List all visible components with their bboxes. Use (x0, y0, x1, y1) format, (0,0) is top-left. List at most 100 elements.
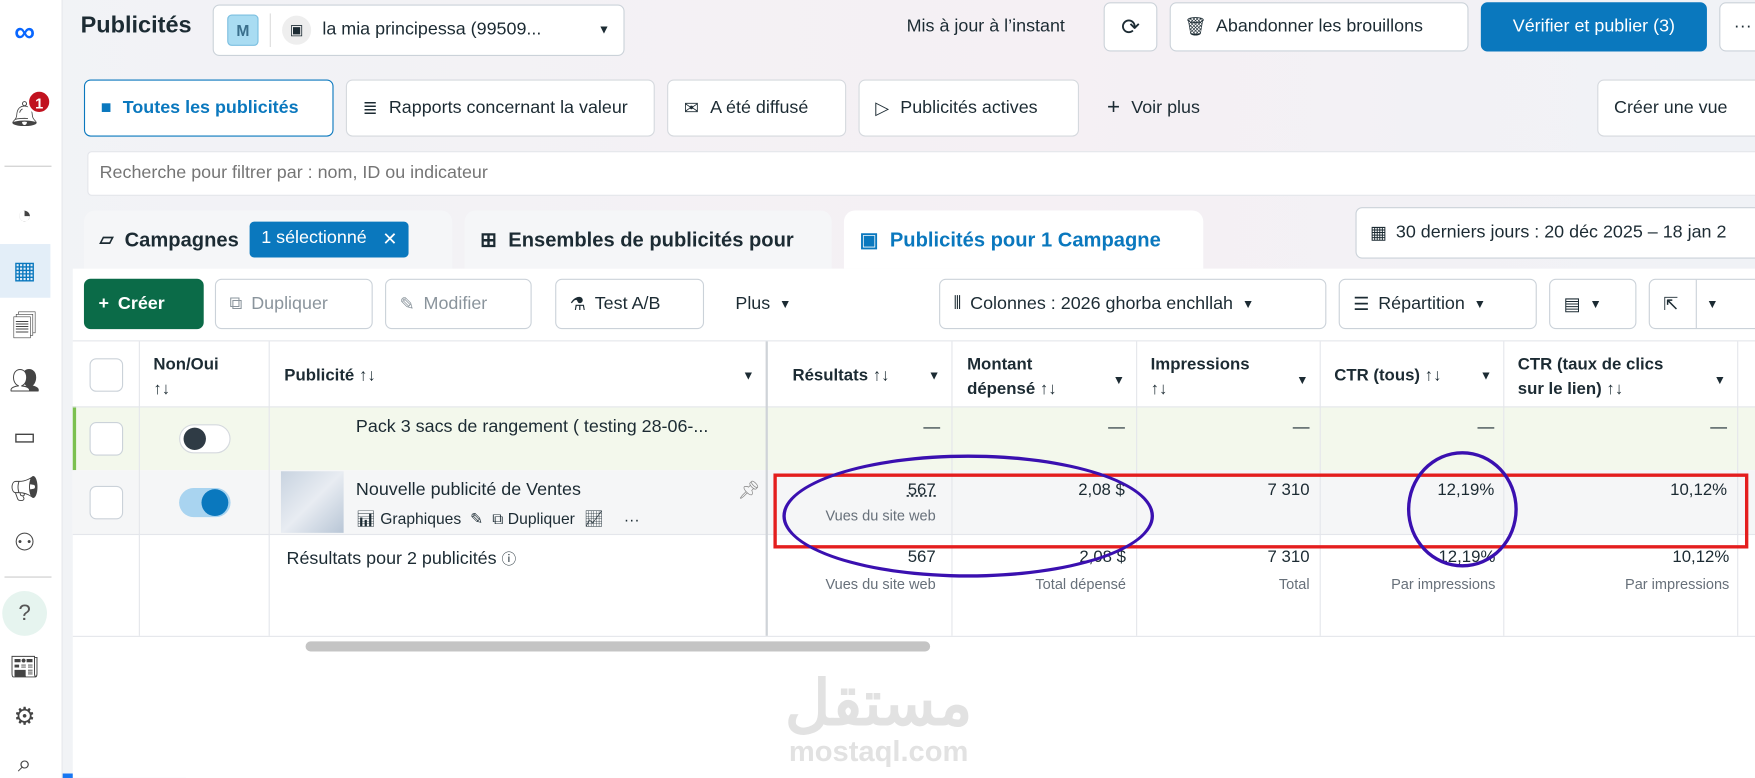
more-dropdown[interactable]: Plus ▼ (722, 279, 823, 329)
chevron-down-icon[interactable]: ▼ (1296, 368, 1308, 393)
duplicate-link[interactable]: ⧉ Dupliquer (492, 509, 575, 528)
tab-active-ads[interactable]: ▷ Publicités actives (858, 79, 1080, 137)
review-publish-button[interactable]: Vérifier et publier (3) (1480, 2, 1707, 52)
chevron-down-icon[interactable]: ▼ (1714, 368, 1726, 393)
billing-card-icon[interactable]: ▭ (7, 419, 43, 455)
close-icon[interactable]: ✕ (382, 228, 397, 250)
duplicate-button[interactable]: ⧉ Dupliquer (214, 278, 373, 330)
sort-icon[interactable]: ↑↓ (1425, 366, 1442, 385)
divider (1696, 279, 1698, 328)
breakdown-dropdown[interactable]: ☰ Répartition ▼ (1338, 278, 1537, 330)
chevron-down-icon: ▼ (1706, 297, 1719, 311)
table-icon[interactable]: ▦ (7, 253, 43, 289)
tab-ads[interactable]: ▣ Publicités pour 1 Campagne (843, 210, 1204, 269)
columns-dropdown[interactable]: ⫴ Colonnes : 2026 ghorba enchllah ▼ (939, 278, 1327, 330)
tab-all-ads[interactable]: ■ Toutes les publicités (83, 79, 334, 137)
gauge-icon[interactable]: ◔ (7, 197, 43, 233)
trash-icon: 🗑︎ (1184, 17, 1207, 37)
gear-icon[interactable]: ⚙ (7, 699, 43, 735)
chevron-down-icon[interactable]: ▼ (928, 364, 940, 389)
edit-button[interactable]: ✎ Modifier (385, 278, 532, 330)
cell-ctr: — (1477, 417, 1495, 437)
pencil-icon[interactable]: ✎ (470, 509, 483, 528)
flask-icon: ⚗ (569, 294, 586, 314)
sort-icon[interactable]: ↑↓ (1040, 379, 1057, 398)
tab-delivered[interactable]: ✉ A été diffusé (667, 79, 847, 137)
date-range-picker[interactable]: ▦ 30 derniers jours : 20 déc 2025 – 18 ja… (1355, 207, 1755, 259)
copy-icon: ⧉ (229, 293, 243, 313)
header-results[interactable]: Résultats ↑↓ ▼ (784, 353, 950, 418)
newspaper-icon[interactable]: 📰︎ (7, 649, 43, 685)
tab-value-reports[interactable]: ≣ Rapports concernant la valeur (345, 79, 655, 137)
chevron-down-icon[interactable]: ▼ (1480, 364, 1492, 389)
sort-icon[interactable]: ↑↓ (1151, 379, 1168, 398)
header-amount-spent[interactable]: Montant ▼ dépensé ↑↓ (958, 341, 1134, 406)
ad-thumbnail[interactable] (280, 471, 344, 533)
summary-ctr-link: 10,12% (1672, 547, 1730, 567)
more-icon: ··· (1733, 16, 1752, 36)
create-view-button[interactable]: Créer une vue (1597, 79, 1755, 137)
create-button[interactable]: + Créer (83, 278, 204, 330)
header-impressions[interactable]: Impressions ▼ ↑↓ (1142, 341, 1318, 406)
chevron-down-icon[interactable]: ▼ (1113, 368, 1125, 393)
plus-icon: + (98, 293, 109, 313)
discard-label: Abandonner les brouillons (1215, 16, 1423, 36)
sort-icon[interactable]: ↑↓ (359, 366, 376, 385)
col-divider (268, 341, 270, 636)
more-icon[interactable]: ··· (624, 510, 640, 528)
header-ctr-link[interactable]: CTR (taux de clics ▼ sur le lien) ↑↓ (1509, 341, 1735, 406)
header-ctr[interactable]: CTR (tous) ↑↓ ▼ (1325, 353, 1501, 418)
refresh-button[interactable]: ⟳ (1103, 2, 1158, 52)
tab-adsets[interactable]: ⊞ Ensembles de publicités pour (464, 210, 832, 269)
account-selector[interactable]: M ▣ la mia principessa (99509... ▼ (212, 4, 625, 56)
pin-icon[interactable]: 📌︎ (738, 479, 761, 501)
row-checkbox[interactable] (89, 485, 124, 520)
info-icon[interactable]: ⓘ (502, 551, 517, 568)
plus-icon: + (1106, 95, 1121, 120)
pages-icon[interactable]: 🗐︎ (7, 311, 43, 347)
ad-toggle-off[interactable] (179, 424, 231, 454)
ad-toggle-on[interactable] (179, 488, 231, 518)
columns-icon: ⫴ (953, 293, 962, 313)
reports-dropdown[interactable]: ▤ ▼ (1549, 278, 1637, 330)
header-toggle[interactable]: Non/Oui ↑↓ (144, 341, 267, 406)
duplicate-label: Dupliquer (507, 509, 575, 528)
help-icon[interactable]: ? (2, 591, 48, 636)
charts-label: Graphiques (380, 509, 462, 528)
header-ad[interactable]: Publicité ↑↓ ▼ (275, 353, 763, 418)
chevron-down-icon[interactable]: ▼ (742, 364, 754, 389)
megaphone-icon[interactable]: 📢︎ (7, 471, 43, 507)
trend-icon[interactable]: 📈︎ (584, 509, 604, 528)
tab-label: Rapports concernant la valeur (388, 97, 628, 117)
search-input[interactable] (87, 151, 1755, 196)
sort-icon[interactable]: ↑↓ (1606, 379, 1623, 398)
ab-test-button[interactable]: ⚗ Test A/B (555, 278, 705, 330)
meta-logo-icon[interactable]: ∞ (7, 13, 43, 49)
more-button[interactable]: ··· (1719, 2, 1755, 52)
audience-icon[interactable]: 👥︎ (7, 363, 43, 399)
ad-name[interactable]: Nouvelle publicité de Ventes (356, 480, 581, 500)
export-dropdown[interactable]: ⇱ ▼ (1648, 278, 1755, 330)
tab-label: Toutes les publicités (122, 97, 299, 117)
tab-campaigns[interactable]: ▱ Campagnes 1 sélectionné ✕ (83, 210, 453, 269)
summary-results-sub: Vues du site web (825, 575, 936, 593)
network-icon[interactable]: ⚇ (7, 525, 43, 561)
sort-icon[interactable]: ↑↓ (873, 366, 890, 385)
header-label: Montant (967, 354, 1033, 374)
sort-icon[interactable]: ↑↓ (153, 379, 170, 398)
selected-chip[interactable]: 1 sélectionné ✕ (250, 221, 409, 258)
grid-icon: ⊞ (480, 227, 498, 251)
summary-text: Résultats pour 2 publicités (286, 549, 497, 569)
ad-name[interactable]: Pack 3 sacs de rangement ( testing 28-06… (356, 418, 708, 438)
chip-label: 1 sélectionné (261, 228, 367, 248)
select-all-checkbox[interactable] (89, 358, 124, 392)
row-checkbox[interactable] (89, 422, 124, 456)
see-more-button[interactable]: + Voir plus (1091, 79, 1237, 136)
charts-link[interactable]: 📊︎ Graphiques (356, 509, 461, 528)
discard-drafts-button[interactable]: 🗑︎ Abandonner les brouillons (1169, 2, 1469, 52)
col-divider (138, 341, 140, 636)
chevron-down-icon: ▼ (1589, 297, 1602, 311)
divider (4, 576, 52, 578)
search-icon[interactable]: ⌕ (7, 746, 43, 778)
horizontal-scrollbar[interactable] (305, 641, 931, 652)
